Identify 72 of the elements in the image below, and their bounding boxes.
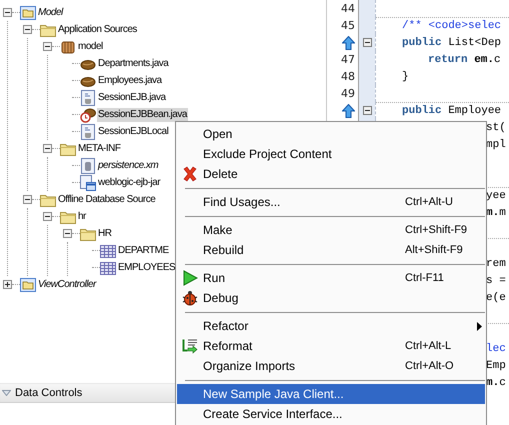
tree-item[interactable]: weblogic-ejb-jar [97, 176, 162, 190]
line-number: 45 [341, 19, 355, 32]
tree-item[interactable]: ViewController [37, 278, 97, 292]
collapse-icon[interactable] [63, 229, 72, 238]
code-line: public List<Dep [402, 36, 502, 48]
table-icon [100, 260, 116, 276]
code-line: yee [486, 190, 506, 202]
line-number: 47 [341, 53, 355, 66]
collapse-icon[interactable] [3, 8, 12, 17]
code-line: return em.c [428, 54, 501, 66]
tree-item[interactable]: Employees.java [97, 74, 163, 88]
tree-item[interactable]: SessionEJBLocal [97, 124, 170, 138]
tree-item[interactable]: model [77, 40, 104, 54]
collapse-icon[interactable] [362, 38, 372, 47]
menu-item[interactable]: Reformat Ctrl+Alt-L [177, 336, 485, 356]
menu-item[interactable]: Debug [177, 288, 485, 308]
line-number: 49 [341, 87, 355, 100]
tree-item[interactable]: SessionEJB.java [97, 90, 167, 104]
code-line: e(e [486, 292, 506, 304]
collapse-icon[interactable] [43, 144, 52, 153]
code-line: st( [486, 122, 506, 134]
collapse-icon[interactable] [23, 195, 32, 204]
menu-item[interactable]: Refactor [177, 316, 485, 336]
code-line: s = [486, 274, 506, 286]
table-icon [100, 242, 116, 258]
bean-clock-icon [80, 106, 96, 122]
code-line: lec [486, 342, 506, 354]
code-line: Emp [486, 360, 506, 372]
tree-item[interactable]: HR [97, 226, 112, 240]
run-icon [182, 270, 198, 286]
tree-item[interactable]: Model [37, 6, 64, 20]
collapse-icon[interactable] [43, 212, 52, 221]
collapse-icon[interactable] [23, 25, 32, 34]
code-line: /** <code>selec [402, 20, 502, 32]
tree-item[interactable]: META-INF [77, 142, 122, 156]
tree-item[interactable]: Offline Database Source [57, 192, 156, 206]
menu-item[interactable]: Exclude Project Content [177, 144, 485, 164]
menu-item[interactable]: New Sample Java Client... [177, 384, 485, 404]
line-number: 48 [341, 70, 355, 83]
reformat-icon [182, 338, 198, 354]
project-folder-icon [20, 4, 36, 20]
window-document-icon [80, 174, 96, 190]
ladybug-icon [182, 290, 198, 306]
tree-item[interactable]: EMPLOYEES [117, 260, 176, 274]
code-line: public Employee [402, 105, 502, 117]
menu-item[interactable]: Delete [177, 164, 485, 184]
line-number: 44 [341, 2, 355, 15]
code-line: } [402, 70, 409, 82]
tree-item[interactable]: Application Sources [57, 22, 138, 36]
menu-item[interactable]: Create Service Interface... [177, 404, 485, 424]
up-arrow-icon[interactable] [342, 36, 355, 50]
menu-item[interactable]: Rebuild Alt+Shift-F9 [177, 240, 485, 260]
menu-item[interactable]: Organize Imports Ctrl+Alt-O [177, 356, 485, 376]
project-folder-icon [20, 276, 36, 292]
menu-item[interactable]: Open [177, 124, 485, 144]
tree-item[interactable]: SessionEJBBean.java [97, 108, 188, 122]
delete-icon [182, 166, 198, 182]
tree-item[interactable]: Departments.java [97, 56, 170, 70]
code-line: rem [486, 258, 506, 270]
collapse-icon[interactable] [43, 42, 52, 51]
menu-item[interactable]: Find Usages... Ctrl+Alt-U [177, 192, 485, 212]
up-arrow-icon[interactable] [342, 104, 355, 118]
menu-item[interactable]: Make Ctrl+Shift-F9 [177, 220, 485, 240]
collapse-icon[interactable] [362, 106, 372, 115]
tree-item[interactable]: persistence.xm [97, 158, 160, 172]
expand-icon[interactable] [3, 280, 12, 289]
tree-item[interactable]: DEPARTME [117, 244, 170, 258]
panel-title: Data Controls [15, 387, 82, 399]
package-icon [60, 38, 76, 54]
menu-item[interactable]: Run Ctrl-F11 [177, 268, 485, 288]
tree-item[interactable]: hr [77, 210, 87, 224]
database-document-icon [80, 158, 96, 174]
